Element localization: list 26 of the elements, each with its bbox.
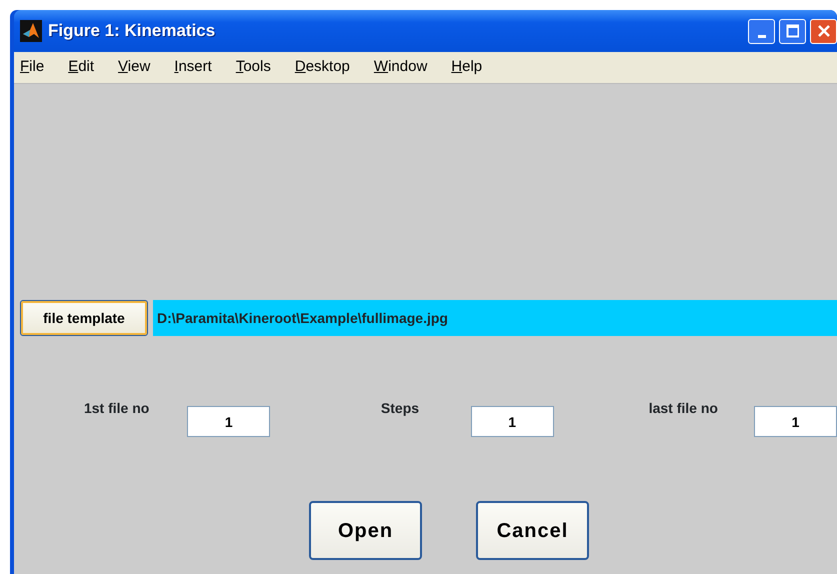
menu-item[interactable]: File [20,56,44,79]
number-field[interactable]: 1 [470,406,554,437]
app-logo-icon [20,20,42,42]
number-field[interactable]: 1 [754,406,837,437]
field-label: last file no [648,399,719,418]
menu-item[interactable]: View [118,56,150,79]
file-template-button[interactable]: file template [20,300,148,336]
field-label: 1st file no [82,399,150,418]
dialog-button[interactable]: Cancel [476,501,589,560]
menu-item[interactable]: Window [374,56,428,79]
dialog-button[interactable]: Open [309,501,422,560]
number-field[interactable]: 1 [187,406,270,437]
menu-item[interactable]: Edit [68,56,94,79]
minimize-icon [758,34,766,38]
path-field[interactable]: D:\Paramita\Kineroot\Example\fullimage.jpg [153,300,837,336]
close-icon [817,24,830,38]
field-label: Steps [380,399,420,418]
menu-item[interactable]: Insert [174,56,212,79]
maximize-icon [786,24,799,38]
close-button[interactable] [810,18,837,44]
menu-item[interactable]: Help [451,56,482,79]
window-title: Figure 1: Kinematics [48,20,216,42]
menu-item[interactable]: Desktop [294,56,350,79]
minimize-button[interactable] [748,18,775,44]
maximize-button[interactable] [779,18,806,44]
menu-item[interactable]: Tools [236,56,271,79]
